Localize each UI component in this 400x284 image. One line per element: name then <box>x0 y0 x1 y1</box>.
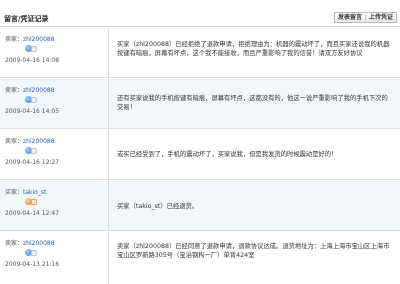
record-author: 卖家： zhl200088 <box>5 36 100 43</box>
member-badge-icon <box>25 96 37 103</box>
post-message-button[interactable]: 发表留言 <box>335 13 365 22</box>
column-divider <box>108 181 109 230</box>
record-row: 买家： takio_st 2009-04-14 12:47 买家（takio_s… <box>0 181 400 231</box>
message-record-panel: 留言/凭证记录 发表留言 上传凭证 卖家： zhl200088 2009-04-… <box>0 0 400 284</box>
record-content: 买家（takio_st）已经退货。 <box>117 203 199 210</box>
record-meta: 买家： takio_st 2009-04-14 12:47 <box>5 189 100 217</box>
author-username-link[interactable]: takio_st <box>23 189 46 196</box>
record-author: 卖家： zhl200088 <box>5 138 100 145</box>
record-row: 卖家： zhl200088 2009-04-16 12:27 或买已经受到了，手… <box>0 130 400 180</box>
record-time: 2009-04-13 21:16 <box>5 261 60 268</box>
author-username-link[interactable]: zhl200088 <box>23 36 55 43</box>
record-content: 买家（zhl200088）已经拒绝了退款申请，拒绝理由为：机器的震动坏了，而且买… <box>117 41 390 57</box>
record-content: 或买已经受到了，手机的震动坏了，买家说我，但是我发货的时候震动是好的！ <box>117 151 338 158</box>
column-divider <box>108 28 109 77</box>
record-meta: 卖家： zhl200088 2009-04-16 12:27 <box>5 138 100 166</box>
author-username-link[interactable]: zhl200088 <box>23 240 55 247</box>
record-row: 卖家： zhl200088 2009-04-16 14:05 还有买家说我的手机… <box>0 79 400 129</box>
record-row: 卖家： zhl200088 2009-04-16 14:08 买家（zhl200… <box>0 28 400 78</box>
author-role: 卖家： <box>5 87 24 94</box>
author-role: 卖家： <box>5 240 24 247</box>
author-role: 买家： <box>5 189 24 196</box>
column-divider <box>108 232 109 284</box>
record-content: 卖家（zhl200088）已经同意了退款申请，退款协议达成。退货地址为：上海上海… <box>117 243 390 259</box>
member-badge-icon <box>25 147 37 154</box>
panel-header: 留言/凭证记录 发表留言 上传凭证 <box>0 0 400 27</box>
seller-badge-icon <box>25 198 37 205</box>
header-button-group: 发表留言 上传凭证 <box>333 12 397 23</box>
panel-title: 留言/凭证记录 <box>4 15 49 23</box>
record-meta: 卖家： zhl200088 2009-04-13 21:16 <box>5 240 100 268</box>
author-username-link[interactable]: zhl200088 <box>23 138 55 145</box>
record-time: 2009-04-16 12:27 <box>5 159 60 166</box>
author-role: 卖家： <box>5 36 24 43</box>
record-meta: 卖家： zhl200088 2009-04-16 14:05 <box>5 87 100 115</box>
column-divider <box>108 79 109 128</box>
record-author: 买家： takio_st <box>5 189 100 196</box>
member-badge-icon <box>25 45 37 52</box>
author-username-link[interactable]: zhl200088 <box>23 87 55 94</box>
record-meta: 卖家： zhl200088 2009-04-16 14:08 <box>5 36 100 64</box>
record-time: 2009-04-16 14:08 <box>5 57 60 64</box>
record-time: 2009-04-16 14:05 <box>5 108 60 115</box>
upload-proof-button[interactable]: 上传凭证 <box>366 13 396 22</box>
record-row: 卖家： zhl200088 2009-04-13 21:16 卖家（zhl200… <box>0 232 400 284</box>
record-time: 2009-04-14 12:47 <box>5 210 60 217</box>
record-author: 卖家： zhl200088 <box>5 240 100 247</box>
member-badge-icon <box>25 249 37 256</box>
author-role: 卖家： <box>5 138 24 145</box>
record-content: 还有买家说我的手机按键有暗痕，屏幕有坏点，这都没有的，他这一说严重影响了我的手机… <box>117 95 388 111</box>
record-author: 卖家： zhl200088 <box>5 87 100 94</box>
column-divider <box>108 130 109 179</box>
